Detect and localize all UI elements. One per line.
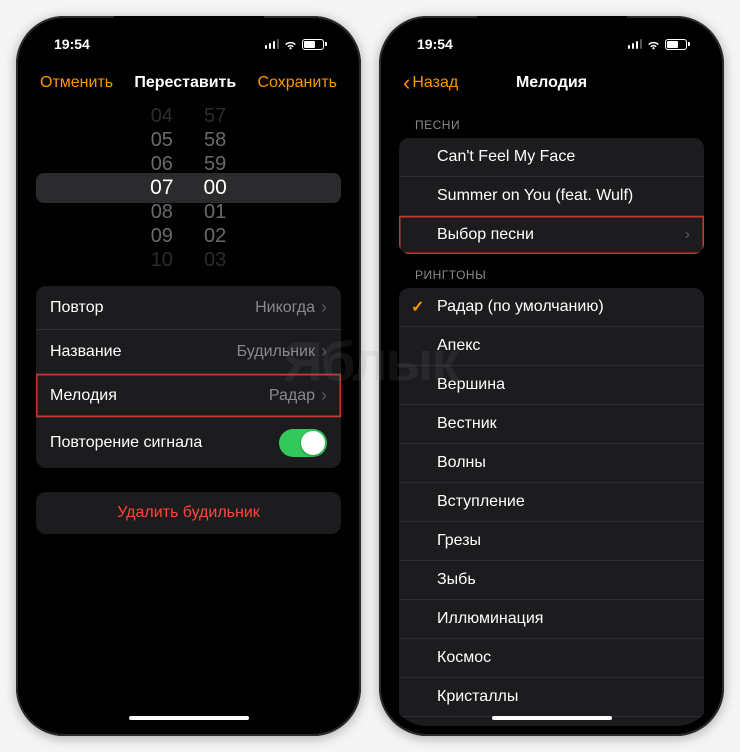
ringtone-row[interactable]: Апекс [399,327,704,366]
screen-right: 19:54 ‹ Назад Мелодия ПЕСНИ Can't Feel M… [389,26,714,726]
wifi-icon [283,39,298,50]
status-right [628,39,691,50]
status-time: 19:54 [54,36,90,52]
sound-row[interactable]: Мелодия Радар› [36,374,341,418]
list-item-label: Вступление [437,493,525,511]
list-item-label: Иллюминация [437,610,543,628]
sound-value: Радар› [269,385,327,406]
nav-bar-left: Отменить Переставить Сохранить [26,62,351,104]
list-item-label: Радар (по умолчанию) [437,298,604,316]
repeat-label: Повтор [50,299,104,317]
name-label: Название [50,343,122,361]
song-row[interactable]: Summer on You (feat. Wulf) [399,177,704,216]
settings-group: Повтор Никогда› Название Будильник› Мело… [36,286,341,468]
list-item-label: Summer on You (feat. Wulf) [437,187,633,205]
list-item-label: Волны [437,454,486,472]
nav-bar-right: ‹ Назад Мелодия [389,62,714,104]
nav-title: Мелодия [477,74,626,92]
battery-icon [302,39,327,50]
list-item-label: Can't Feel My Face [437,148,575,166]
pick-song-row[interactable]: Выбор песни › [399,216,704,254]
snooze-label: Повторение сигнала [50,434,202,452]
chevron-right-icon: › [321,385,327,406]
content-right[interactable]: ПЕСНИ Can't Feel My Face Summer on You (f… [389,104,714,726]
check-icon: ✓ [411,297,424,317]
home-indicator[interactable] [492,716,612,720]
ringtone-row[interactable]: ✓ Радар (по умолчанию) [399,288,704,327]
list-item-label: Апекс [437,337,480,355]
back-button[interactable]: ‹ Назад [403,72,477,94]
list-item-label: Зыбь [437,571,476,589]
cancel-button[interactable]: Отменить [40,74,113,92]
chevron-left-icon: ‹ [403,72,410,94]
snooze-toggle[interactable] [279,429,327,457]
ringtone-row[interactable]: Кристаллы [399,678,704,717]
ringtone-row[interactable]: Волны [399,444,704,483]
chevron-right-icon: › [321,297,327,318]
chevron-right-icon: › [685,226,690,244]
ringtones-group: ✓ Радар (по умолчанию) Апекс Вершина Вестник… [399,288,704,726]
sound-label: Мелодия [50,387,117,405]
notch [114,16,264,40]
ringtone-row[interactable]: Зыбь [399,561,704,600]
ringtone-row[interactable]: Иллюминация [399,600,704,639]
hour-column[interactable]: 04 05 06 07 08 09 10 [150,108,173,268]
status-right [265,39,328,50]
name-row[interactable]: Название Будильник› [36,330,341,374]
ringtone-row[interactable]: Вступление [399,483,704,522]
content-left: 04 05 06 07 08 09 10 57 58 59 00 01 [26,104,351,726]
repeat-row[interactable]: Повтор Никогда› [36,286,341,330]
delete-group: Удалить будильник [36,492,341,534]
ringtone-row[interactable]: Космос [399,639,704,678]
ringtone-row[interactable]: Вершина [399,366,704,405]
repeat-value: Никогда› [255,297,327,318]
nav-title: Переставить [113,74,257,92]
save-button[interactable]: Сохранить [257,74,337,92]
songs-header: ПЕСНИ [389,104,714,138]
notch [477,16,627,40]
list-item-label: Вестник [437,415,497,433]
ringtones-header: РИНГТОНЫ [389,254,714,288]
chevron-right-icon: › [321,341,327,362]
list-item-label: Кристаллы [437,688,518,706]
screen-left: 19:54 Отменить Переставить Сохранить 04 … [26,26,351,726]
minute-column[interactable]: 57 58 59 00 01 02 03 [204,108,227,268]
time-picker[interactable]: 04 05 06 07 08 09 10 57 58 59 00 01 [36,108,341,268]
phone-left: 19:54 Отменить Переставить Сохранить 04 … [16,16,361,736]
snooze-row: Повторение сигнала [36,418,341,468]
signal-icon [628,39,643,49]
battery-icon [665,39,690,50]
list-item-label: Грезы [437,532,481,550]
wifi-icon [646,39,661,50]
delete-alarm-button[interactable]: Удалить будильник [36,492,341,534]
phone-right: 19:54 ‹ Назад Мелодия ПЕСНИ Can't Feel M… [379,16,724,736]
status-time: 19:54 [417,36,453,52]
ringtone-row[interactable]: Грезы [399,522,704,561]
list-item-label: Выбор песни [437,226,534,244]
songs-group: Can't Feel My Face Summer on You (feat. W… [399,138,704,254]
name-value: Будильник› [237,341,327,362]
signal-icon [265,39,280,49]
ringtone-row[interactable]: Вестник [399,405,704,444]
list-item-label: Космос [437,649,491,667]
song-row[interactable]: Can't Feel My Face [399,138,704,177]
list-item-label: Вершина [437,376,505,394]
home-indicator[interactable] [129,716,249,720]
